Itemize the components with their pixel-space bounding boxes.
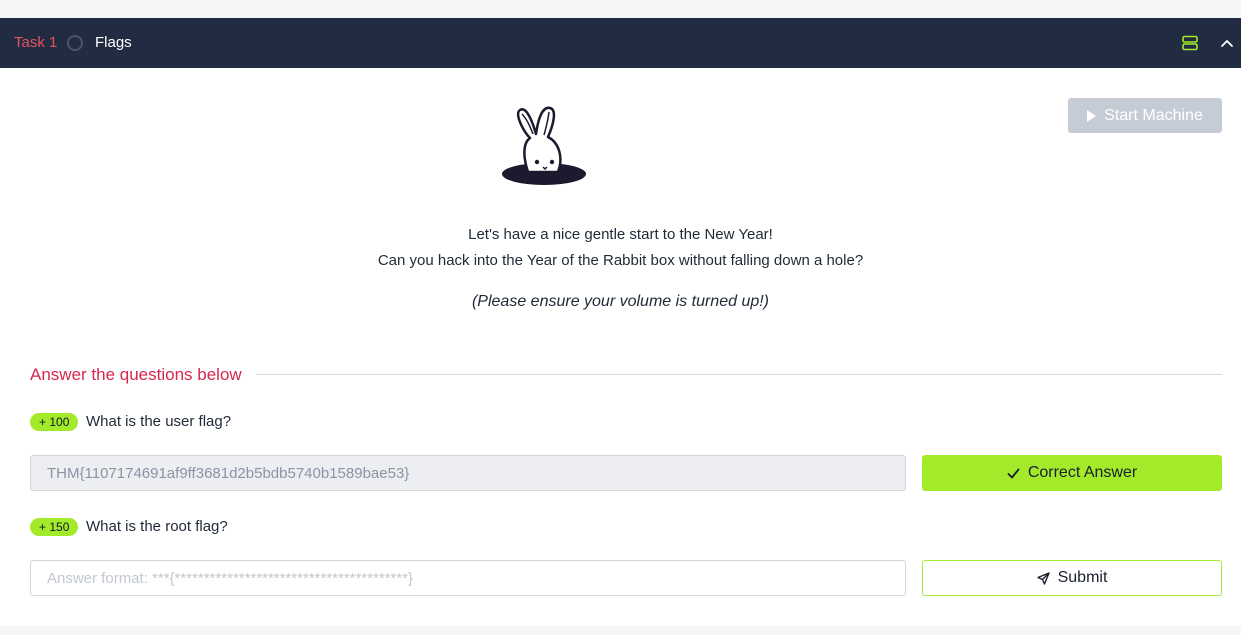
task-title: Flags	[95, 34, 132, 51]
send-icon	[1036, 571, 1050, 585]
submit-button[interactable]: Submit	[922, 560, 1222, 596]
task-header[interactable]: Task 1 Flags	[0, 18, 1241, 68]
bottom-strip	[0, 626, 1241, 635]
check-icon	[1007, 468, 1020, 478]
task-status-icon	[67, 35, 83, 51]
start-machine-button[interactable]: Start Machine	[1068, 98, 1222, 133]
points-badge-q1: + 100	[30, 413, 79, 431]
task-number: Task 1	[14, 34, 58, 51]
question-text-q1: What is the user flag?	[86, 413, 232, 430]
answer-heading: Answer the questions below	[30, 365, 242, 384]
intro-line-1: Let's have a nice gentle start to the Ne…	[468, 226, 773, 243]
rabbit-in-hole-icon	[502, 106, 586, 185]
points-badge-q2: + 150	[30, 518, 79, 536]
submit-label: Submit	[1057, 569, 1108, 586]
answer-divider	[256, 374, 1222, 375]
intro-note: (Please ensure your volume is turned up!…	[471, 293, 770, 310]
answer-input-q2[interactable]	[30, 560, 906, 596]
correct-answer-label: Correct Answer	[1027, 464, 1138, 481]
answer-input-q1[interactable]	[30, 455, 906, 491]
correct-answer-button[interactable]: Correct Answer	[922, 455, 1222, 491]
intro-line-2: Can you hack into the Year of the Rabbit…	[377, 252, 864, 269]
start-machine-label: Start Machine	[1104, 106, 1203, 124]
server-stack-icon[interactable]	[1182, 35, 1198, 51]
question-text-q2: What is the root flag?	[86, 518, 228, 535]
play-icon	[1087, 109, 1097, 122]
top-strip	[0, 0, 1241, 18]
task-panel: Start Machine Let's have a nice gentle s…	[0, 68, 1241, 626]
chevron-up-icon[interactable]	[1220, 36, 1234, 50]
